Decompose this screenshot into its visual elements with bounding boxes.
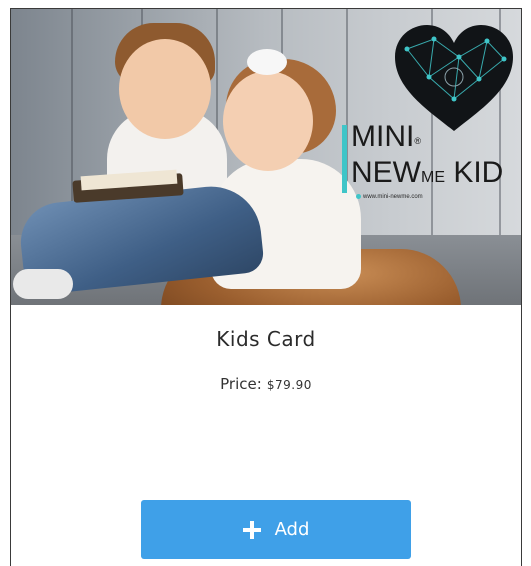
product-card: MINI® NEWME KID www.mini-newme.com Kids … <box>10 8 522 566</box>
add-button-label: Add <box>274 519 310 540</box>
girl-head <box>223 71 313 171</box>
boy-head <box>119 39 211 139</box>
product-image: MINI® NEWME KID www.mini-newme.com <box>11 9 521 305</box>
price-label: Price: <box>220 375 262 393</box>
product-price: Price: $79.90 <box>11 374 521 393</box>
brand-url: www.mini-newme.com <box>356 194 423 200</box>
dot-icon <box>356 194 361 199</box>
brand-logo-text: MINI® <box>351 120 421 153</box>
shoe <box>13 269 73 299</box>
hair-bow <box>247 49 287 75</box>
brand-logo-text: NEWME KID <box>351 156 504 189</box>
brand-accent-bar <box>342 125 347 193</box>
price-value: $79.90 <box>266 378 312 392</box>
product-title: Kids Card <box>216 327 316 351</box>
add-button[interactable]: Add <box>141 500 411 559</box>
plus-icon <box>242 520 261 539</box>
